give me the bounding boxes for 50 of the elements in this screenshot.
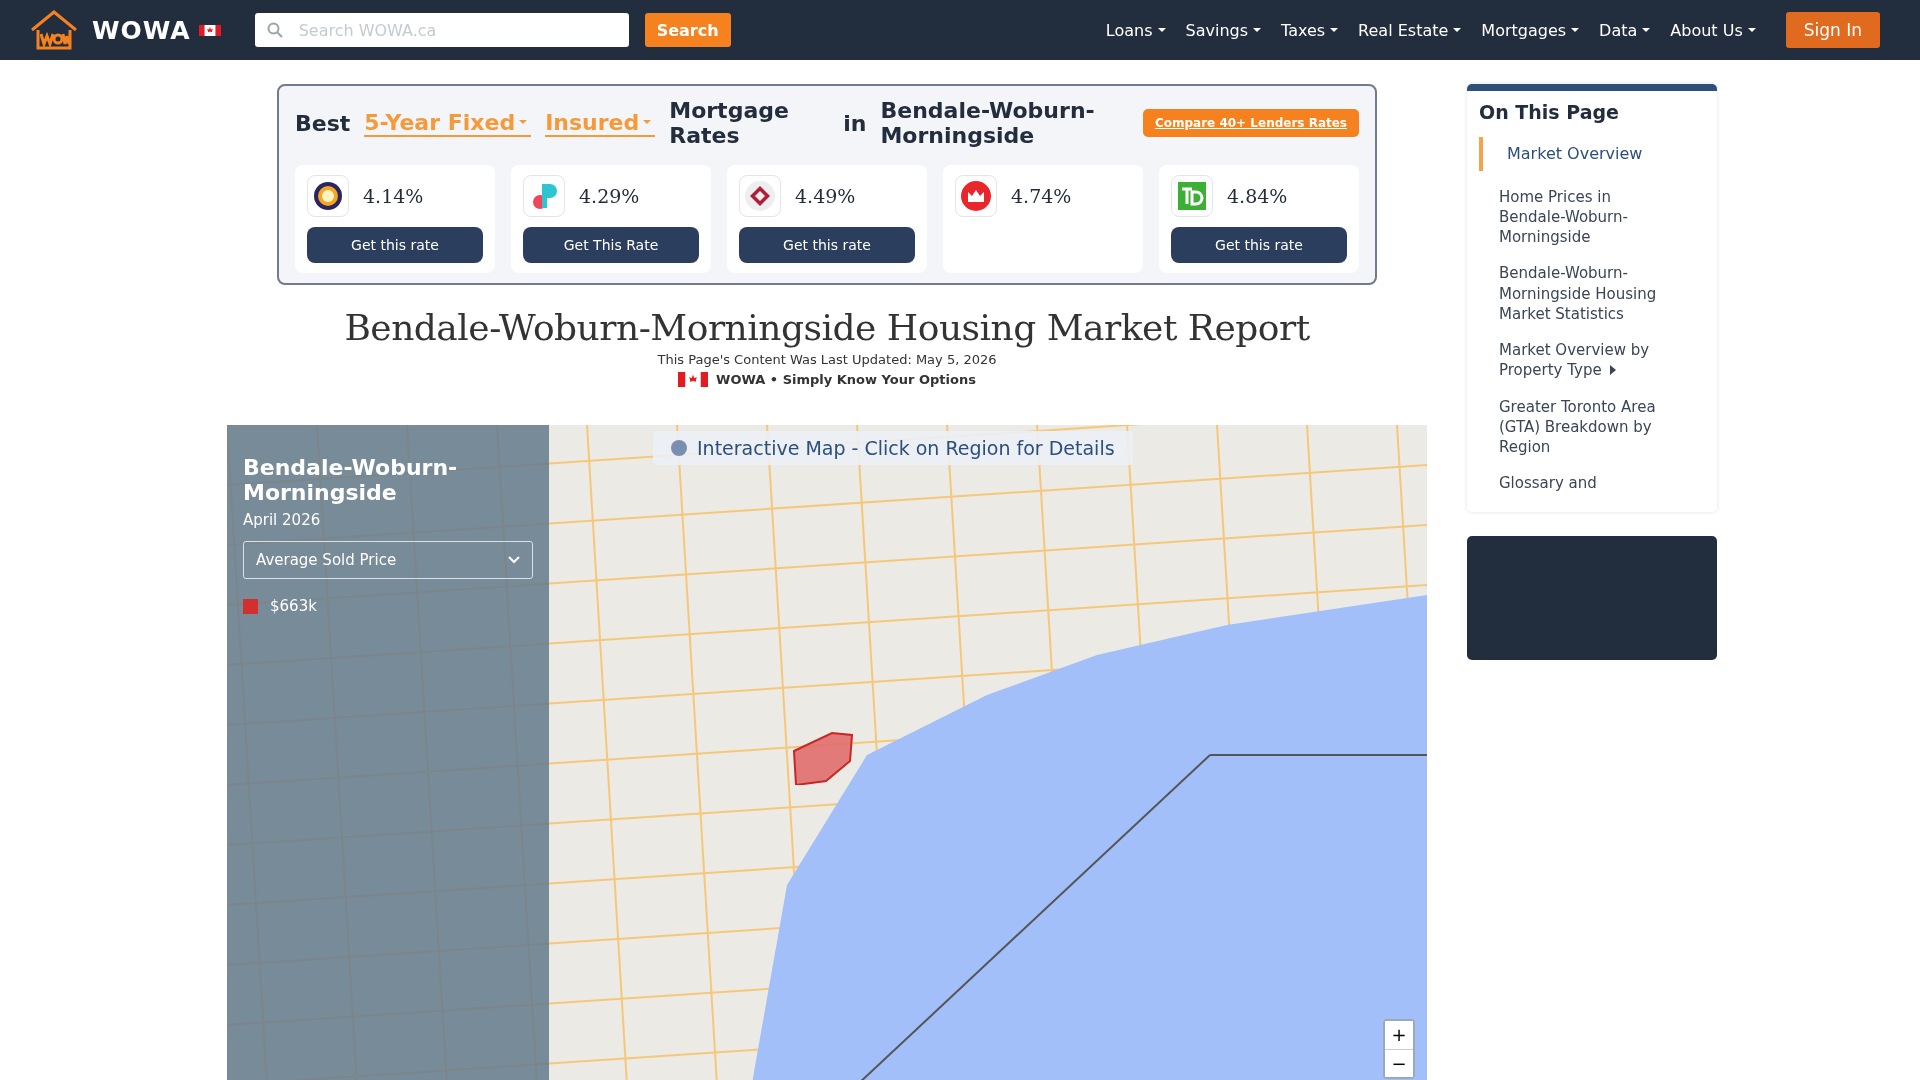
house-logo-icon[interactable] xyxy=(30,10,78,50)
region-name: Bendale-Woburn-Morningside xyxy=(880,98,1096,149)
rate-value: 4.14% xyxy=(363,184,424,207)
rate-value: 4.84% xyxy=(1227,184,1288,207)
highlighted-region-shape[interactable] xyxy=(792,730,854,785)
rate-value: 4.29% xyxy=(579,184,640,207)
nav-menu-item[interactable]: Data xyxy=(1599,20,1651,40)
zoom-out-button[interactable]: − xyxy=(1385,1048,1413,1077)
tagline-text: WOWA • Simply Know Your Options xyxy=(716,371,976,387)
get-rate-button[interactable]: Get this rate xyxy=(307,226,483,263)
toc-link[interactable]: Market Overview by Property Type xyxy=(1479,340,1679,381)
region-name: Bendale-Woburn-Morningside xyxy=(243,454,459,506)
toc-title: On This Page xyxy=(1479,101,1619,123)
map-view[interactable]: Interactive Map - Click on Region for Details Bendale-Woburn-Morningside April 2026 Average Sold Price $663k + − xyxy=(227,424,1427,1080)
toc-link[interactable]: Bendale-Woburn-Morningside Housing Market Statistics xyxy=(1479,263,1679,325)
search-field[interactable]: Search WOWA.ca xyxy=(254,13,629,47)
nav-menu-item[interactable]: Loans xyxy=(1105,20,1166,40)
period-text: April 2026 xyxy=(243,511,322,530)
get-rate-button[interactable]: Get this rate xyxy=(739,226,915,263)
nav-menu-item[interactable]: About Us xyxy=(1670,20,1756,40)
lender-logo-icon xyxy=(739,174,781,217)
nav-menu-item[interactable]: Real Estate xyxy=(1358,20,1462,40)
nav-menu-item[interactable]: Taxes xyxy=(1281,20,1339,40)
lender-logo-icon xyxy=(955,174,997,217)
lender-logo-icon xyxy=(523,174,565,217)
rates-heading-text: Best xyxy=(295,110,351,136)
page-title: Bendale-Woburn-Morningside Housing Market Report xyxy=(344,306,1310,348)
nav-menu-item[interactable]: Savings xyxy=(1185,20,1261,40)
get-rate-button[interactable]: Get This Rate xyxy=(523,226,699,263)
canada-flag-icon xyxy=(678,371,709,387)
rates-heading-text: Mortgage Rates xyxy=(669,98,790,149)
map-banner-text: Interactive Map - Click on Region for Details xyxy=(697,436,1115,459)
nav-menu-item[interactable]: Mortgages xyxy=(1481,20,1580,40)
brand-name[interactable]: WOWA xyxy=(92,15,191,45)
last-updated-text: This Page's Content Was Last Updated: May 5, 2026 xyxy=(657,351,997,367)
toc-link[interactable]: Glossary and xyxy=(1479,473,1679,494)
metric-dropdown[interactable]: Average Sold Price xyxy=(243,541,533,580)
get-rate-button[interactable]: Get this rate xyxy=(1171,226,1347,263)
dot-icon xyxy=(671,439,687,456)
rate-value: 4.49% xyxy=(795,184,856,207)
rates-heading-text: in xyxy=(843,110,867,136)
toc-link[interactable]: Market Overview xyxy=(1479,137,1679,171)
chevron-down-icon xyxy=(508,556,520,565)
lender-logo-icon xyxy=(307,174,349,217)
toc-link[interactable]: Greater Toronto Area (GTA) Breakdown by Region xyxy=(1479,396,1679,458)
lender-logo-icon xyxy=(1171,174,1213,217)
canada-flag-icon xyxy=(198,24,221,36)
rate-value: 4.74% xyxy=(1011,184,1072,207)
legend-value: $663k xyxy=(270,597,317,616)
toc-link[interactable]: Home Prices in Bendale-Woburn-Morningside xyxy=(1479,186,1679,248)
